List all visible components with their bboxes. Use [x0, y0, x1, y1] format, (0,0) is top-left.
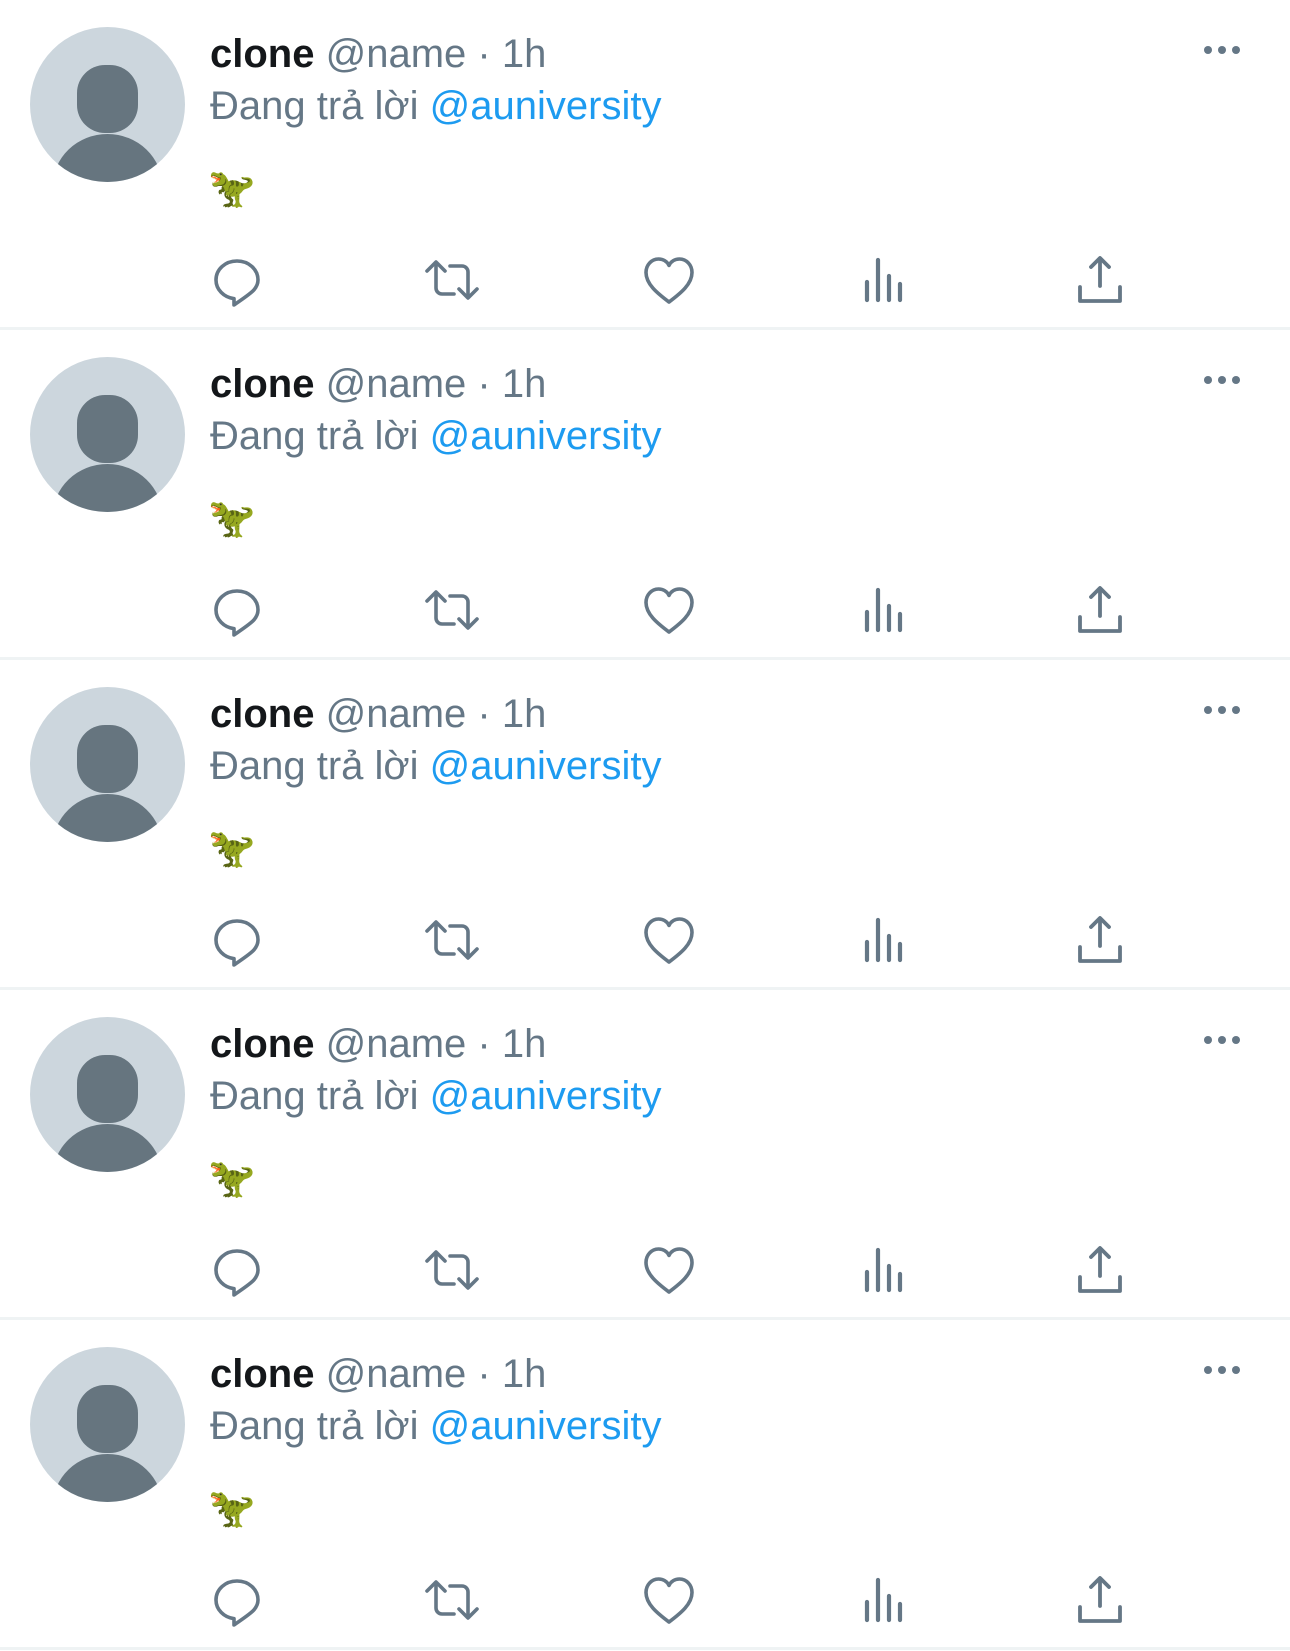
tweet-content: 🦖 — [208, 496, 256, 540]
share-icon[interactable] — [1072, 582, 1128, 638]
like-icon[interactable] — [641, 1572, 697, 1628]
views-icon[interactable] — [857, 1572, 913, 1628]
like-icon[interactable] — [641, 1242, 697, 1298]
tweet-feed: clone @name · 1h Đang trả lời @auniversi… — [0, 0, 1290, 1650]
timestamp[interactable]: 1h — [502, 32, 547, 76]
reply-prefix: Đang trả lời — [210, 1404, 419, 1448]
reply-prefix: Đang trả lời — [210, 1074, 419, 1118]
reply-target-link[interactable]: @auniversity — [430, 84, 662, 128]
separator-dot: · — [477, 1352, 491, 1396]
replying-to: Đang trả lời @auniversity — [210, 1070, 661, 1122]
tweet-actions — [0, 252, 1290, 308]
default-profile-icon — [52, 65, 163, 182]
tweet-header: clone @name · 1h — [210, 1348, 546, 1400]
like-icon[interactable] — [641, 912, 697, 968]
tweet-header: clone @name · 1h — [210, 1018, 546, 1070]
tweet-content: 🦖 — [208, 1156, 256, 1200]
reply-icon[interactable] — [209, 252, 265, 308]
timestamp[interactable]: 1h — [502, 1022, 547, 1066]
separator-dot: · — [477, 1022, 491, 1066]
reply-icon[interactable] — [209, 1572, 265, 1628]
views-icon[interactable] — [857, 912, 913, 968]
retweet-icon[interactable] — [424, 1572, 480, 1628]
avatar[interactable] — [30, 27, 185, 182]
tweet-actions — [0, 1242, 1290, 1298]
tweet-actions — [0, 1572, 1290, 1628]
views-icon[interactable] — [857, 1242, 913, 1298]
retweet-icon[interactable] — [424, 582, 480, 638]
user-handle[interactable]: @name — [326, 1022, 467, 1066]
reply-target-link[interactable]: @auniversity — [430, 744, 662, 788]
reply-prefix: Đang trả lời — [210, 84, 419, 128]
reply-icon[interactable] — [209, 582, 265, 638]
user-handle[interactable]: @name — [326, 692, 467, 736]
share-icon[interactable] — [1072, 1572, 1128, 1628]
display-name[interactable]: clone — [210, 362, 314, 406]
default-profile-icon — [52, 1055, 163, 1172]
share-icon[interactable] — [1072, 252, 1128, 308]
display-name[interactable]: clone — [210, 1352, 314, 1396]
separator-dot: · — [477, 362, 491, 406]
retweet-icon[interactable] — [424, 252, 480, 308]
views-icon[interactable] — [857, 582, 913, 638]
more-options-icon[interactable] — [1202, 698, 1242, 722]
avatar[interactable] — [30, 1017, 185, 1172]
timestamp[interactable]: 1h — [502, 692, 547, 736]
replying-to: Đang trả lời @auniversity — [210, 740, 661, 792]
tweet-content: 🦖 — [208, 826, 256, 870]
share-icon[interactable] — [1072, 912, 1128, 968]
user-handle[interactable]: @name — [326, 32, 467, 76]
more-options-icon[interactable] — [1202, 38, 1242, 62]
more-options-icon[interactable] — [1202, 1028, 1242, 1052]
tweet-content: 🦖 — [208, 1486, 256, 1530]
separator-dot: · — [477, 692, 491, 736]
display-name[interactable]: clone — [210, 692, 314, 736]
reply-target-link[interactable]: @auniversity — [430, 1404, 662, 1448]
avatar[interactable] — [30, 357, 185, 512]
tweet[interactable]: clone @name · 1h Đang trả lời @auniversi… — [0, 990, 1290, 1320]
replying-to: Đang trả lời @auniversity — [210, 410, 661, 462]
timestamp[interactable]: 1h — [502, 1352, 547, 1396]
tweet-header: clone @name · 1h — [210, 688, 546, 740]
like-icon[interactable] — [641, 252, 697, 308]
replying-to: Đang trả lời @auniversity — [210, 1400, 661, 1452]
user-handle[interactable]: @name — [326, 362, 467, 406]
user-handle[interactable]: @name — [326, 1352, 467, 1396]
timestamp[interactable]: 1h — [502, 362, 547, 406]
default-profile-icon — [52, 725, 163, 842]
separator-dot: · — [477, 32, 491, 76]
tweet[interactable]: clone @name · 1h Đang trả lời @auniversi… — [0, 330, 1290, 660]
reply-target-link[interactable]: @auniversity — [430, 1074, 662, 1118]
default-profile-icon — [52, 1385, 163, 1502]
retweet-icon[interactable] — [424, 912, 480, 968]
avatar[interactable] — [30, 1347, 185, 1502]
retweet-icon[interactable] — [424, 1242, 480, 1298]
avatar[interactable] — [30, 687, 185, 842]
tweet[interactable]: clone @name · 1h Đang trả lời @auniversi… — [0, 0, 1290, 330]
tweet[interactable]: clone @name · 1h Đang trả lời @auniversi… — [0, 1320, 1290, 1650]
tweet-header: clone @name · 1h — [210, 28, 546, 80]
default-profile-icon — [52, 395, 163, 512]
views-icon[interactable] — [857, 252, 913, 308]
more-options-icon[interactable] — [1202, 1358, 1242, 1382]
reply-target-link[interactable]: @auniversity — [430, 414, 662, 458]
like-icon[interactable] — [641, 582, 697, 638]
reply-prefix: Đang trả lời — [210, 414, 419, 458]
reply-icon[interactable] — [209, 1242, 265, 1298]
reply-prefix: Đang trả lời — [210, 744, 419, 788]
display-name[interactable]: clone — [210, 1022, 314, 1066]
reply-icon[interactable] — [209, 912, 265, 968]
tweet-actions — [0, 582, 1290, 638]
display-name[interactable]: clone — [210, 32, 314, 76]
tweet-header: clone @name · 1h — [210, 358, 546, 410]
tweet[interactable]: clone @name · 1h Đang trả lời @auniversi… — [0, 660, 1290, 990]
share-icon[interactable] — [1072, 1242, 1128, 1298]
more-options-icon[interactable] — [1202, 368, 1242, 392]
tweet-content: 🦖 — [208, 166, 256, 210]
replying-to: Đang trả lời @auniversity — [210, 80, 661, 132]
tweet-actions — [0, 912, 1290, 968]
